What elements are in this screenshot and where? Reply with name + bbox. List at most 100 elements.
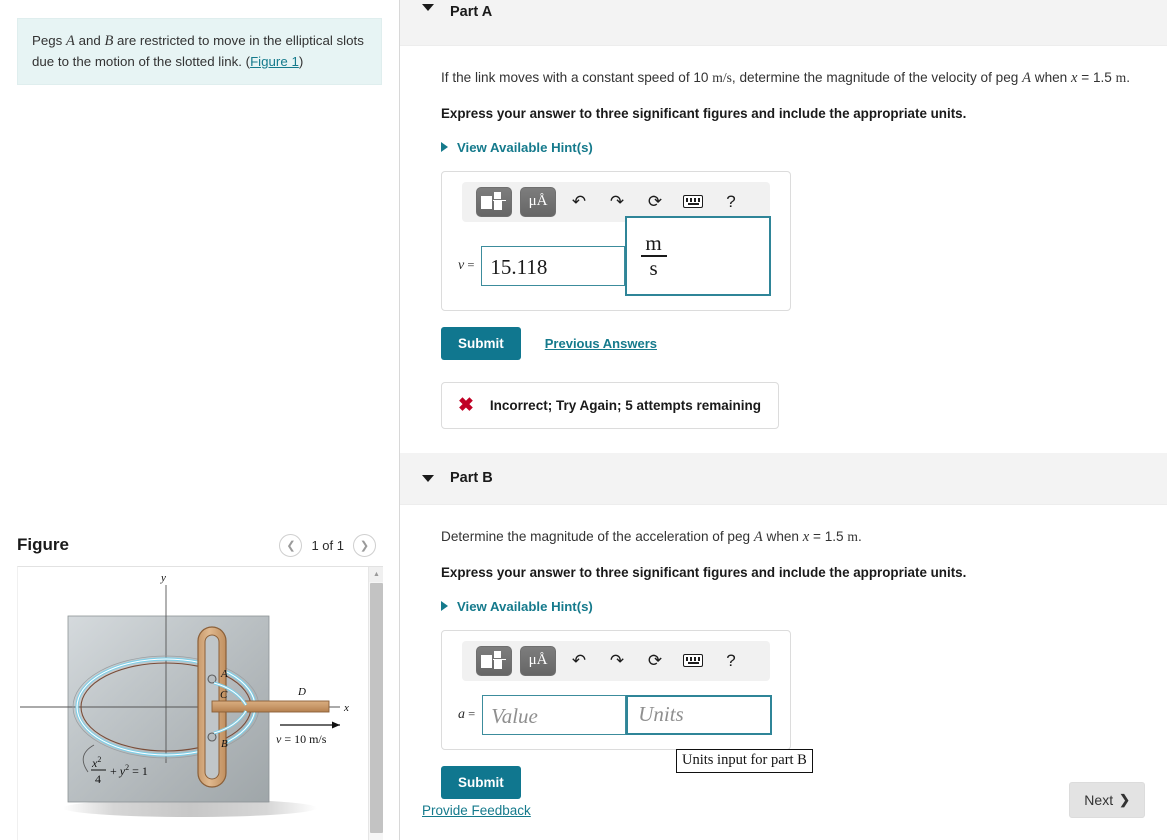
part-b-hints-toggle[interactable]: View Available Hint(s)	[441, 599, 1145, 614]
eq-sign: =	[464, 257, 475, 272]
part-a-feedback: ✖ Incorrect; Try Again; 5 attempts remai…	[441, 381, 779, 429]
part-a-header[interactable]: Part A	[400, 0, 1167, 46]
q-eq: = 1.5	[1077, 70, 1116, 85]
svg-text:B: B	[221, 738, 228, 750]
part-a-answer-row: v = 15.118 m s	[454, 215, 778, 296]
q-mid: , determine the magnitude of the velocit…	[731, 70, 1023, 85]
figure-viewport: y x A B C D v = 10 m/s x2 4 + y2 = 1 ▲	[17, 566, 383, 840]
right-panel: Part A If the link moves with a constant…	[400, 0, 1167, 840]
qb-when: when	[762, 528, 803, 544]
part-b-header[interactable]: Part B	[400, 452, 1167, 505]
part-b-value-input[interactable]: Value	[482, 694, 627, 735]
part-b-answer-widget: μÅ ↶ ↷ ⟳ ? a = Value Units Units input …	[441, 629, 813, 773]
scroll-up-icon[interactable]: ▲	[369, 567, 383, 582]
intro-text-2: and	[74, 33, 105, 48]
figure-page-count: 1 of 1	[311, 537, 344, 553]
part-a-hints-toggle[interactable]: View Available Hint(s)	[441, 140, 1145, 155]
part-a-feedback-text: Incorrect; Try Again; 5 attempts remaini…	[489, 397, 761, 413]
part-a-value-input[interactable]: 15.118	[481, 245, 626, 286]
part-b-hints-label: View Available Hint(s)	[457, 598, 593, 614]
part-b-question: Determine the magnitude of the accelerat…	[441, 527, 1145, 549]
part-b-variable-label: a =	[458, 707, 475, 723]
var-a: a	[458, 706, 465, 722]
intro-text-4: )	[298, 54, 304, 70]
next-button[interactable]: Next ❯	[1069, 782, 1145, 818]
figure-prev-button[interactable]: ❮	[279, 533, 303, 557]
part-a-submit-row: Submit Previous Answers	[441, 326, 1145, 360]
svg-text:y: y	[160, 572, 166, 584]
redo-icon[interactable]: ↷	[602, 187, 632, 217]
units-numerator: m	[645, 230, 662, 255]
keyboard-icon[interactable]	[678, 187, 708, 217]
keyboard-icon[interactable]	[678, 646, 708, 676]
svg-text:C: C	[220, 689, 228, 701]
q-var-a: A	[1022, 70, 1031, 86]
part-a-variable-label: v =	[458, 258, 474, 274]
part-a-label: Part A	[450, 4, 493, 20]
left-panel: Pegs A and B are restricted to move in t…	[0, 0, 400, 840]
assignment-page: Pegs A and B are restricted to move in t…	[0, 0, 1167, 840]
scrollbar-thumb[interactable]	[370, 583, 383, 833]
chevron-right-icon: ❯	[1119, 792, 1130, 807]
svg-text:4: 4	[95, 772, 101, 786]
figure-1-link[interactable]: Figure 1	[250, 54, 299, 69]
svg-text:+ y2 = 1: + y2 = 1	[110, 763, 148, 778]
problem-statement: Pegs A and B are restricted to move in t…	[17, 18, 382, 86]
units-denominator: s	[649, 255, 658, 280]
intro-text-1: Pegs	[32, 33, 67, 48]
q-units-ms: m/s	[712, 70, 732, 85]
figure-scrollbar[interactable]: ▲	[368, 567, 383, 840]
part-a-question: If the link moves with a constant speed …	[441, 68, 1145, 90]
part-a-submit-button[interactable]: Submit	[441, 326, 521, 360]
redo-icon[interactable]: ↷	[602, 646, 632, 676]
part-a-body: If the link moves with a constant speed …	[400, 46, 1167, 429]
figure-next-button[interactable]: ❯	[353, 533, 376, 557]
part-a-previous-answers-link[interactable]: Previous Answers	[545, 336, 657, 351]
qb-lead: Determine the magnitude of the accelerat…	[441, 528, 754, 544]
q-units-m: m	[1115, 70, 1127, 85]
svg-text:D: D	[297, 686, 306, 698]
qb-units-m: m	[847, 528, 858, 544]
units-input-tooltip: Units input for part B	[676, 748, 813, 773]
help-icon[interactable]: ?	[716, 646, 746, 676]
math-template-icon[interactable]	[476, 186, 512, 217]
x-mark-icon: ✖	[458, 394, 474, 416]
part-b-instruction: Express your answer to three significant…	[441, 564, 967, 580]
part-b-label: Part B	[450, 470, 493, 487]
undo-icon[interactable]: ↶	[564, 187, 594, 217]
undo-icon[interactable]: ↶	[564, 646, 594, 676]
micro-angstrom-icon[interactable]: μÅ	[520, 186, 556, 217]
figure-image: y x A B C D v = 10 m/s x2 4 + y2 = 1	[18, 567, 369, 840]
help-icon[interactable]: ?	[716, 187, 746, 217]
intro-peg-a: A	[66, 33, 75, 49]
math-template-icon[interactable]	[476, 645, 512, 676]
hint-triangle-icon	[441, 142, 448, 153]
reset-icon[interactable]: ⟳	[640, 187, 670, 217]
page-footer: Provide Feedback Next ❯	[400, 782, 1167, 840]
intro-peg-b: B	[104, 33, 114, 49]
part-b-units-input[interactable]: Units	[626, 694, 773, 735]
part-b-body: Determine the magnitude of the accelerat…	[400, 505, 1167, 799]
units-fraction: m s	[637, 231, 669, 281]
eq-sign: =	[465, 706, 476, 721]
part-a-units-input[interactable]: m s	[625, 215, 772, 296]
micro-angstrom-icon[interactable]: μÅ	[520, 645, 556, 676]
reset-icon[interactable]: ⟳	[640, 646, 670, 676]
svg-text:v = 10 m/s: v = 10 m/s	[276, 732, 327, 746]
next-button-label: Next	[1084, 792, 1114, 808]
q-end: .	[1126, 70, 1130, 85]
qb-end: .	[857, 528, 862, 544]
svg-text:A: A	[220, 668, 228, 680]
qb-var-a: A	[753, 528, 763, 545]
part-a-instruction: Express your answer to three significant…	[441, 105, 967, 121]
collapse-caret-icon[interactable]	[422, 4, 434, 11]
figure-panel-title: Figure	[17, 535, 69, 554]
part-b-toolbar: μÅ ↶ ↷ ⟳ ?	[462, 640, 770, 681]
figure-header: Figure ❮ 1 of 1 ❯	[0, 522, 400, 568]
collapse-caret-icon[interactable]	[422, 474, 434, 482]
units-symbol: μÅ	[528, 652, 548, 668]
qb-eq: = 1.5	[809, 528, 848, 544]
part-b-answer-row: a = Value Units Units input for part B	[454, 694, 813, 773]
provide-feedback-link[interactable]: Provide Feedback	[422, 803, 531, 818]
part-a-hints-label: View Available Hint(s)	[457, 139, 593, 155]
